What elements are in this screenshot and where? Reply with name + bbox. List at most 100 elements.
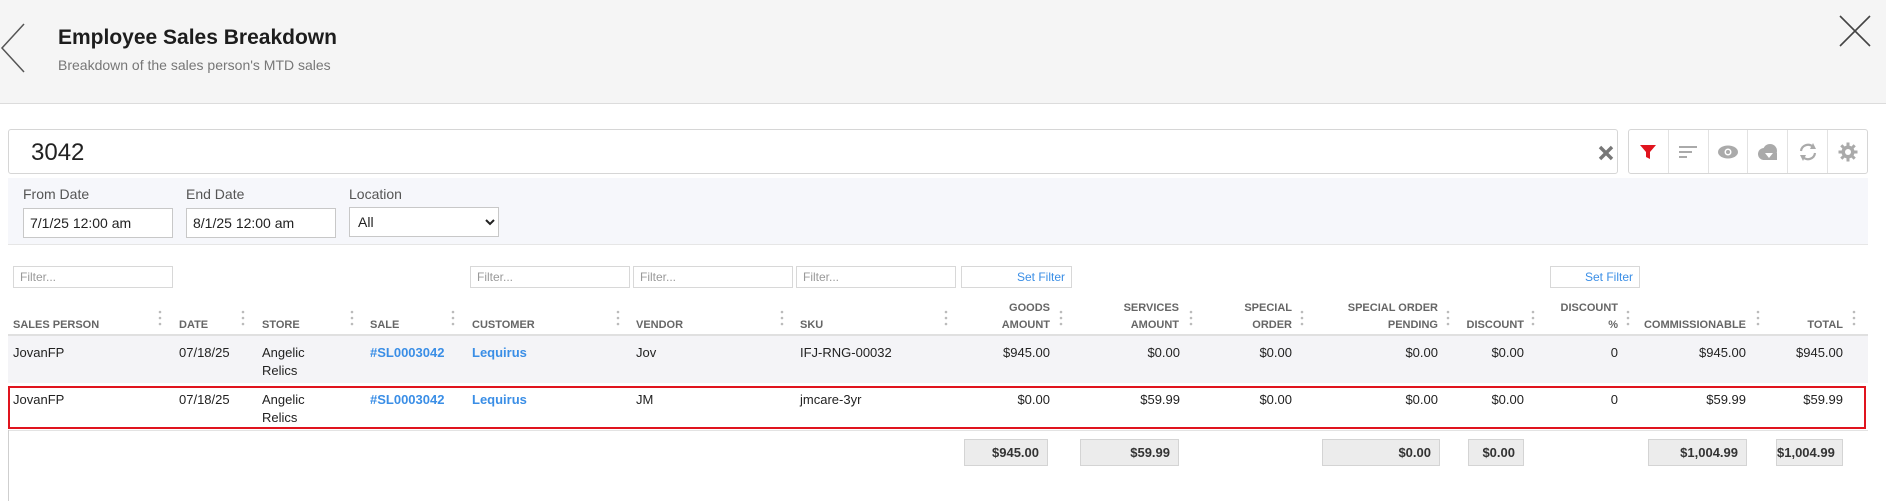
column-resize-handle[interactable] xyxy=(451,309,455,327)
col-header-discount-pct[interactable]: DISCOUNT % xyxy=(1550,300,1618,334)
sales-person-filter[interactable]: Filter... xyxy=(13,266,173,288)
column-resize-handle[interactable] xyxy=(350,309,354,327)
col-header-services-amount-line2: AMOUNT xyxy=(1130,319,1179,331)
col-header-discount-pct-line1: DISCOUNT xyxy=(1560,302,1618,314)
total-goods-amount: $945.00 xyxy=(964,439,1048,466)
customer-filter[interactable]: Filter... xyxy=(470,266,630,288)
col-header-special-order-pending-line2: PENDING xyxy=(1387,319,1438,331)
column-resize-handle[interactable] xyxy=(158,309,162,327)
cell-date: 07/18/25 xyxy=(179,345,230,360)
customer-link[interactable]: Lequirus xyxy=(472,344,527,362)
from-date-input[interactable] xyxy=(23,208,173,238)
download-button[interactable] xyxy=(1748,130,1789,173)
sort-button[interactable] xyxy=(1669,130,1709,173)
column-resize-handle[interactable] xyxy=(241,309,245,327)
filter-button[interactable] xyxy=(1629,130,1669,173)
column-resize-handle[interactable] xyxy=(1189,309,1193,327)
refresh-icon xyxy=(1799,142,1816,161)
page-subtitle: Breakdown of the sales person's MTD sale… xyxy=(58,57,331,73)
cell-discount-pct: 0 xyxy=(1610,392,1618,407)
settings-button[interactable] xyxy=(1828,130,1867,173)
column-resize-handle[interactable] xyxy=(1626,309,1630,327)
from-date-label: From Date xyxy=(23,186,90,202)
cell-special-order: $0.00 xyxy=(1259,392,1292,407)
col-header-discount-pct-line2: % xyxy=(1608,319,1618,331)
grid-left-border xyxy=(8,430,9,501)
col-header-special-order-line2: ORDER xyxy=(1252,319,1292,331)
customer-link[interactable]: Lequirus xyxy=(472,391,527,409)
cell-vendor: Jov xyxy=(636,345,657,360)
cell-discount: $0.00 xyxy=(1491,392,1524,407)
column-resize-handle[interactable] xyxy=(1059,309,1063,327)
refresh-button[interactable] xyxy=(1788,130,1829,173)
page-header: Employee Sales Breakdown Breakdown of th… xyxy=(0,0,1886,104)
total-services-amount: $59.99 xyxy=(1080,439,1179,466)
cell-store: Angelic Relics xyxy=(262,391,305,427)
col-header-services-amount[interactable]: SERVICES AMOUNT xyxy=(1080,300,1179,334)
visibility-button[interactable] xyxy=(1709,130,1749,173)
cell-store: Angelic Relics xyxy=(262,344,305,380)
clear-icon xyxy=(1598,145,1614,161)
col-header-goods-amount[interactable]: GOODS AMOUNT xyxy=(960,300,1050,334)
sale-link[interactable]: #SL0003042 xyxy=(370,391,444,409)
cell-special-order-pending: $0.00 xyxy=(1405,345,1438,360)
cell-services-amount: $59.99 xyxy=(1140,392,1180,407)
total-total: $1,004.99 xyxy=(1776,439,1843,466)
col-header-goods-amount-line1: GOODS xyxy=(1009,302,1050,314)
col-header-special-order-line1: SPECIAL xyxy=(1244,302,1292,314)
filter-panel: From Date End Date Location All xyxy=(8,178,1868,245)
end-date-input[interactable] xyxy=(186,208,336,238)
cell-discount-pct: 0 xyxy=(1610,345,1618,360)
cell-date: 07/18/25 xyxy=(179,392,230,407)
column-resize-handle[interactable] xyxy=(1446,309,1450,327)
vendor-filter[interactable]: Filter... xyxy=(633,266,793,288)
cell-store-line1: Angelic xyxy=(262,345,305,360)
chevron-left-icon xyxy=(0,23,25,73)
search-box xyxy=(8,129,1618,174)
close-icon xyxy=(1839,15,1871,47)
cell-commissionable: $59.99 xyxy=(1706,392,1746,407)
end-date-label: End Date xyxy=(186,186,245,202)
location-label: Location xyxy=(349,186,402,202)
back-button[interactable] xyxy=(0,22,30,74)
location-select[interactable]: All xyxy=(349,207,499,237)
column-resize-handle[interactable] xyxy=(1531,309,1535,327)
cell-services-amount: $0.00 xyxy=(1147,345,1180,360)
total-discount: $0.00 xyxy=(1468,439,1524,466)
cell-goods-amount: $0.00 xyxy=(1017,392,1050,407)
cell-total: $59.99 xyxy=(1803,392,1843,407)
table-row[interactable]: JovanFP 07/18/25 Angelic Relics #SL00030… xyxy=(8,336,1868,384)
column-resize-handle[interactable] xyxy=(1300,309,1304,327)
cell-sku: jmcare-3yr xyxy=(800,392,862,407)
column-resize-handle[interactable] xyxy=(780,309,784,327)
sku-filter[interactable]: Filter... xyxy=(796,266,956,288)
discount-pct-set-filter[interactable]: Set Filter xyxy=(1550,266,1640,288)
eye-icon xyxy=(1718,145,1739,158)
column-resize-handle[interactable] xyxy=(944,309,948,327)
sale-link[interactable]: #SL0003042 xyxy=(370,344,444,362)
grid-toolbar xyxy=(1628,129,1868,174)
cell-commissionable: $945.00 xyxy=(1699,345,1746,360)
cell-sales-person: JovanFP xyxy=(13,345,65,360)
sort-icon xyxy=(1679,145,1698,158)
cell-store-line2: Relics xyxy=(262,410,298,425)
col-header-special-order[interactable]: SPECIAL ORDER xyxy=(1210,300,1292,334)
close-button[interactable] xyxy=(1836,12,1874,50)
col-header-special-order-pending[interactable]: SPECIAL ORDER PENDING xyxy=(1320,300,1438,334)
search-input[interactable] xyxy=(29,136,1553,170)
goods-amount-set-filter[interactable]: Set Filter xyxy=(961,266,1072,288)
column-resize-handle[interactable] xyxy=(1852,309,1856,327)
clear-search-button[interactable] xyxy=(1597,144,1615,162)
cell-total: $945.00 xyxy=(1796,345,1843,360)
col-header-goods-amount-line2: AMOUNT xyxy=(1001,319,1050,331)
cell-store-line1: Angelic xyxy=(262,392,305,407)
cell-vendor: JM xyxy=(636,392,654,407)
column-resize-handle[interactable] xyxy=(1756,309,1760,327)
cell-sku: IFJ-RNG-00032 xyxy=(800,345,892,360)
filter-icon xyxy=(1640,144,1657,159)
table-row[interactable]: JovanFP 07/18/25 Angelic Relics #SL00030… xyxy=(8,383,1868,431)
cell-store-line2: Relics xyxy=(262,363,298,378)
cloud-download-icon xyxy=(1757,143,1777,160)
total-special-order-pending: $0.00 xyxy=(1322,439,1440,466)
column-resize-handle[interactable] xyxy=(616,309,620,327)
